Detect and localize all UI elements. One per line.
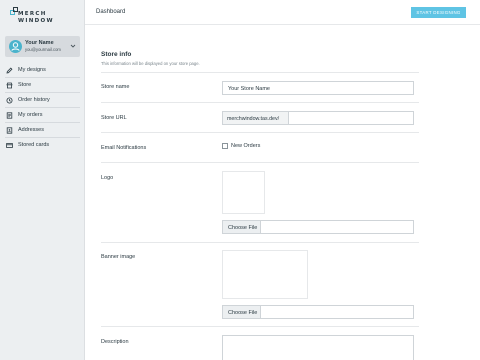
- logo-label: Logo: [101, 175, 114, 181]
- sidebar-item-label: Order history: [18, 96, 50, 103]
- logo-mark-icon: [10, 7, 18, 15]
- logo-file-input[interactable]: Choose File: [222, 220, 414, 234]
- nav-divider: [5, 107, 80, 108]
- sidebar-item-my-designs[interactable]: My designs: [5, 65, 80, 76]
- sidebar-item-addresses[interactable]: Addresses: [5, 125, 80, 136]
- logo-choose-file-button[interactable]: Choose File: [223, 221, 261, 233]
- address-book-icon: [6, 127, 13, 134]
- sidebar-item-label: My orders: [18, 111, 43, 118]
- sidebar-item-stored-cards[interactable]: Stored cards: [5, 140, 80, 151]
- section-divider: [101, 72, 419, 73]
- banner-preview: [222, 250, 308, 299]
- choose-file-label: Choose File: [228, 309, 258, 316]
- store-name-value: Your Store Name: [228, 85, 270, 92]
- email-notifications-label: Email Notifications: [101, 145, 147, 151]
- avatar: [9, 40, 22, 53]
- field-divider: [101, 242, 419, 243]
- nav-divider: [5, 122, 80, 123]
- user-name: Your Name: [25, 40, 54, 46]
- url-prefix-text: merchwindow.tas.dev/: [227, 115, 280, 122]
- sidebar-item-my-orders[interactable]: My orders: [5, 110, 80, 121]
- sidebar-item-store[interactable]: Store: [5, 80, 80, 91]
- shop-icon: [6, 82, 13, 89]
- store-info-form: Store info This information will be disp…: [85, 26, 480, 360]
- brand-line-2: WINDOW: [18, 18, 54, 24]
- history-icon: [6, 97, 13, 104]
- pencil-icon: [6, 67, 13, 74]
- user-email: you@yourmail.com: [25, 47, 61, 52]
- field-divider: [101, 162, 419, 163]
- new-orders-checkbox[interactable]: [222, 143, 228, 149]
- sidebar-item-label: My designs: [18, 66, 46, 73]
- top-bar: Dashboard START DESIGNING: [85, 0, 480, 25]
- new-orders-label[interactable]: New Orders: [231, 143, 260, 149]
- choose-file-label: Choose File: [228, 224, 258, 231]
- user-icon: [11, 42, 20, 51]
- nav-divider: [5, 92, 80, 93]
- banner-file-input[interactable]: Choose File: [222, 305, 414, 319]
- brand-line-1: MERCH: [18, 11, 47, 17]
- sidebar-item-label: Stored cards: [18, 141, 50, 148]
- store-name-input[interactable]: Your Store Name: [222, 81, 414, 95]
- logo-preview: [222, 171, 265, 214]
- banner-choose-file-button[interactable]: Choose File: [223, 306, 261, 318]
- sidebar-item-label: Addresses: [18, 126, 44, 133]
- nav-divider: [5, 77, 80, 78]
- store-url-input[interactable]: merchwindow.tas.dev/: [222, 111, 414, 125]
- nav-divider: [5, 137, 80, 138]
- field-divider: [101, 102, 419, 103]
- start-designing-button[interactable]: START DESIGNING: [411, 7, 466, 18]
- sidebar-item-label: Store: [18, 81, 32, 88]
- field-divider: [101, 132, 419, 133]
- chevron-down-icon[interactable]: [70, 43, 76, 49]
- brand-logo[interactable]: MERCH WINDOW: [10, 7, 70, 27]
- page-title: Dashboard: [96, 9, 126, 15]
- sidebar-item-order-history[interactable]: Order history: [5, 95, 80, 106]
- orders-icon: [6, 112, 13, 119]
- url-prefix: merchwindow.tas.dev/: [223, 112, 289, 124]
- banner-image-label: Banner image: [101, 254, 136, 260]
- section-title: Store info: [101, 51, 132, 58]
- credit-card-icon: [6, 143, 13, 148]
- user-menu[interactable]: Your Name you@yourmail.com: [5, 36, 80, 57]
- store-url-label: Store URL: [101, 115, 127, 121]
- field-divider: [101, 326, 419, 327]
- description-label: Description: [101, 339, 129, 345]
- sidebar: MERCH WINDOW Your Name you@yourmail.com …: [0, 0, 85, 360]
- store-name-label: Store name: [101, 84, 130, 90]
- description-textarea[interactable]: [222, 335, 414, 360]
- section-subtitle: This information will be displayed on yo…: [101, 61, 200, 66]
